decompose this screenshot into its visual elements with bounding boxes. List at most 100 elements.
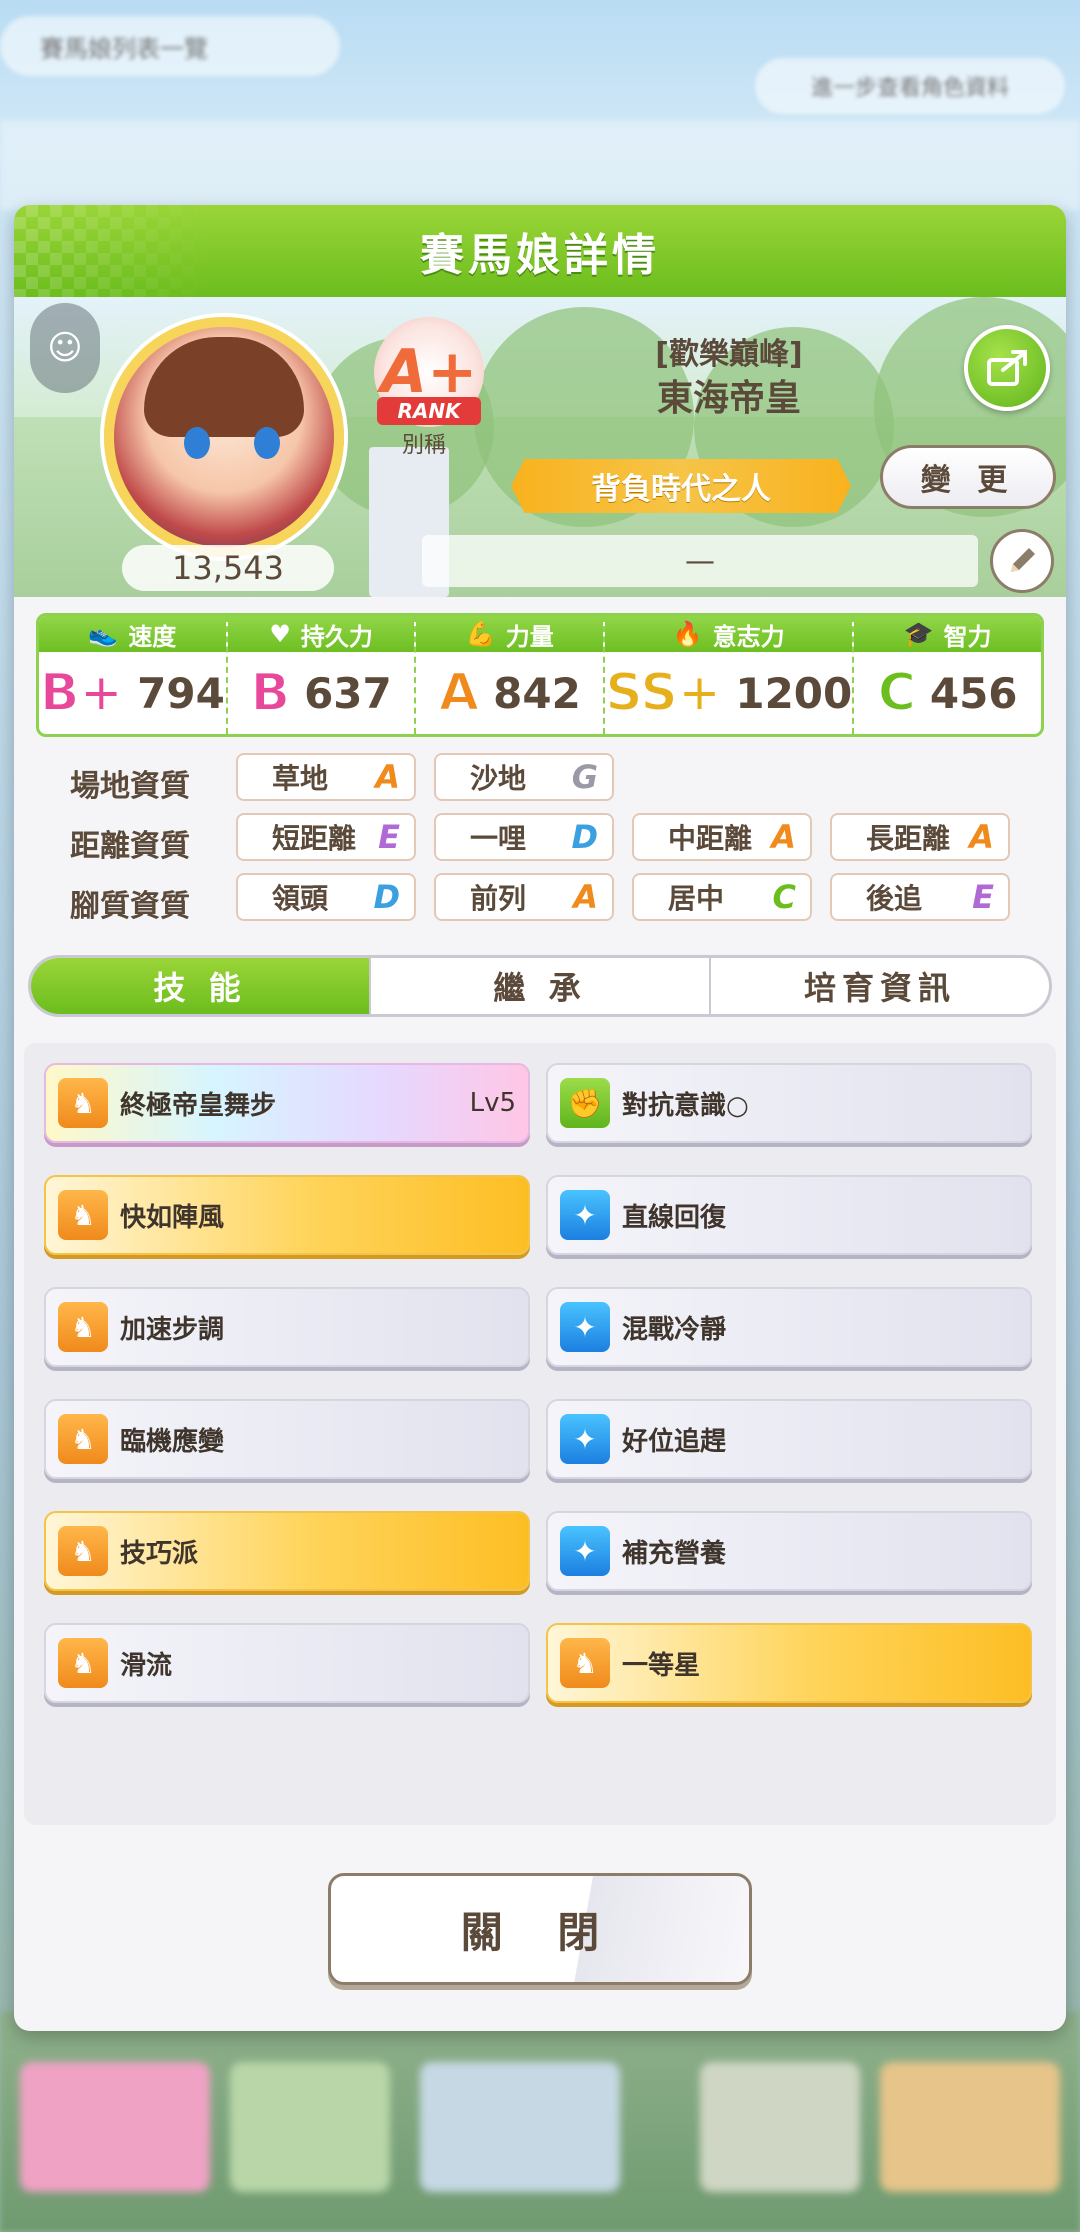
distance-aptitude-2: 中距離 A [632, 813, 812, 861]
heart-icon: ♥ [269, 620, 291, 648]
tab-skills[interactable]: 技 能 [31, 958, 371, 1014]
stat-grade: C [877, 662, 917, 724]
aptitude-grade: A [573, 878, 598, 916]
skill-name: 臨機應變 [120, 1426, 225, 1457]
track-aptitude-1: 沙地 G [434, 753, 614, 801]
pencil-icon [1011, 548, 1035, 572]
skill-name: 技巧派 [120, 1538, 199, 1569]
skill-item[interactable]: ♞ 滑流 [44, 1623, 530, 1703]
stat-header: 👟 速度 [39, 616, 226, 652]
skill-item[interactable]: ✦ 直線回復 [546, 1175, 1032, 1255]
sparkle-icon: ✦ [560, 1302, 610, 1352]
skill-name: 快如陣風 [120, 1202, 225, 1233]
epithet-banner[interactable]: 背負時代之人 [511, 459, 851, 513]
flame-icon: 🔥 [672, 620, 703, 648]
aptitude-grade: C [772, 878, 796, 916]
stat-label: 意志力 [712, 622, 785, 651]
skill-item[interactable]: ♞ 快如陣風 [44, 1175, 530, 1255]
skill-item[interactable]: ♞ 終極帝皇舞步 Lv5 [44, 1063, 530, 1143]
header-pattern [14, 205, 214, 297]
aptitude-name: 長距離 [866, 822, 951, 855]
aptitude-grade: G [571, 758, 598, 796]
stat-header: 🎓 智力 [854, 616, 1041, 652]
stat-label: 力量 [505, 622, 554, 651]
style-aptitude-1: 前列 A [434, 873, 614, 921]
skill-name: 補充營養 [622, 1538, 727, 1569]
skill-item[interactable]: ♞ 一等星 [546, 1623, 1032, 1703]
aptitude-name: 領頭 [272, 882, 329, 915]
stat-3: 🔥 意志力 SS+ 1200 [604, 616, 855, 734]
aptitude-grade: A [969, 818, 994, 856]
stat-header: ♥ 持久力 [227, 616, 415, 652]
skill-item[interactable]: ♞ 臨機應變 [44, 1399, 530, 1479]
dialog-title: 賽馬娘詳情 [420, 230, 660, 281]
aptitude-grade: D [571, 818, 598, 856]
stat-header: 💪 力量 [416, 616, 604, 652]
tab-inheritance[interactable]: 繼 承 [371, 958, 711, 1014]
skill-item[interactable]: ✦ 混戰冷靜 [546, 1287, 1032, 1367]
sparkle-icon: ✦ [560, 1526, 610, 1576]
distance-aptitude-3: 長距離 A [830, 813, 1010, 861]
aptitude-name: 草地 [272, 762, 329, 795]
shoe-icon: 👟 [88, 620, 119, 648]
style-aptitude-row: 腳質資質 領頭 D 前列 A 居中 C 後追 E [14, 873, 1066, 924]
aptitude-name: 短距離 [272, 822, 357, 855]
stat-label: 智力 [943, 622, 992, 651]
stat-value: 637 [304, 668, 392, 718]
rank-label: RANK [377, 397, 481, 425]
aptitude-grade: E [972, 878, 994, 916]
aptitude-grade: A [375, 758, 400, 796]
stat-0: 👟 速度 B+ 794 [39, 616, 228, 734]
change-epithet-button[interactable]: 變 更 [880, 445, 1056, 509]
stat-grade: B+ [39, 662, 124, 724]
distance-aptitude-0: 短距離 E [236, 813, 416, 861]
skill-name: 加速步調 [120, 1314, 225, 1345]
umamusume-detail-dialog: 賽馬娘詳情 ☺ 13,543 A+ RANK 別稱 [歡樂巔峰] 東海帝皇 背負… [14, 205, 1066, 2031]
skill-item[interactable]: ✊ 對抗意識○ [546, 1063, 1032, 1143]
distance-aptitude-1: 一哩 D [434, 813, 614, 861]
close-button[interactable]: 關 閉 [328, 1873, 752, 1985]
edit-comment-button[interactable] [990, 529, 1054, 593]
skill-name: 一等星 [622, 1650, 701, 1681]
outfit-title: [歡樂巔峰] [655, 337, 803, 372]
aptitude-name: 中距離 [668, 822, 753, 855]
aptitude-grade: A [771, 818, 796, 856]
stat-grade: SS+ [604, 662, 722, 724]
skill-name: 混戰冷靜 [622, 1314, 727, 1345]
background-banner-left: 賽馬娘列表一覽 [0, 16, 340, 76]
aptitude-name: 一哩 [470, 822, 527, 855]
skills-list: ♞ 終極帝皇舞步 Lv5 ✊ 對抗意識○ ♞ 快如陣風 ✦ 直線回復 ♞ 加速步調 ✦ 混戰冷靜 ♞ 臨機應… [24, 1043, 1056, 1825]
sparkle-icon: ✦ [560, 1190, 610, 1240]
skill-name: 好位追趕 [622, 1426, 727, 1457]
aptitude-grade: E [378, 818, 400, 856]
character-avatar[interactable] [104, 317, 344, 557]
stat-label: 持久力 [300, 622, 373, 651]
skill-item[interactable]: ✦ 補充營養 [546, 1511, 1032, 1591]
aptitude-grade: D [373, 878, 400, 916]
stat-grade: B [249, 662, 291, 724]
muscle-icon: 💪 [465, 620, 496, 648]
skill-item[interactable]: ♞ 技巧派 [44, 1511, 530, 1591]
stat-value: 842 [493, 668, 581, 718]
horse-icon: ♞ [58, 1638, 108, 1688]
muscle-icon: ✊ [560, 1078, 610, 1128]
skill-item[interactable]: ✦ 好位追趕 [546, 1399, 1032, 1479]
style-aptitude-3: 後追 E [830, 873, 1010, 921]
style-aptitude-2: 居中 C [632, 873, 812, 921]
tab-training-info[interactable]: 培育資訊 [711, 958, 1049, 1014]
background-strip [0, 120, 1080, 210]
face-change-button[interactable]: ☺ [30, 303, 100, 393]
horse-icon: ♞ [560, 1638, 610, 1688]
graduation-cap-icon: 🎓 [903, 620, 934, 648]
skill-name: 終極帝皇舞步 [120, 1090, 277, 1121]
stat-value: 456 [929, 668, 1018, 718]
profile-section: ☺ 13,543 A+ RANK 別稱 [歡樂巔峰] 東海帝皇 背負時代之人 變… [14, 297, 1066, 597]
distance-aptitude-row: 距離資質 短距離 E 一哩 D 中距離 A 長距離 A [14, 813, 1066, 864]
share-button[interactable] [964, 325, 1050, 411]
skill-level: Lv5 [469, 1088, 516, 1118]
distance-aptitude-label: 距離資質 [70, 829, 190, 864]
skill-item[interactable]: ♞ 加速步調 [44, 1287, 530, 1367]
stat-label: 速度 [128, 622, 177, 651]
aptitude-name: 居中 [668, 882, 725, 915]
horse-icon: ♞ [58, 1526, 108, 1576]
